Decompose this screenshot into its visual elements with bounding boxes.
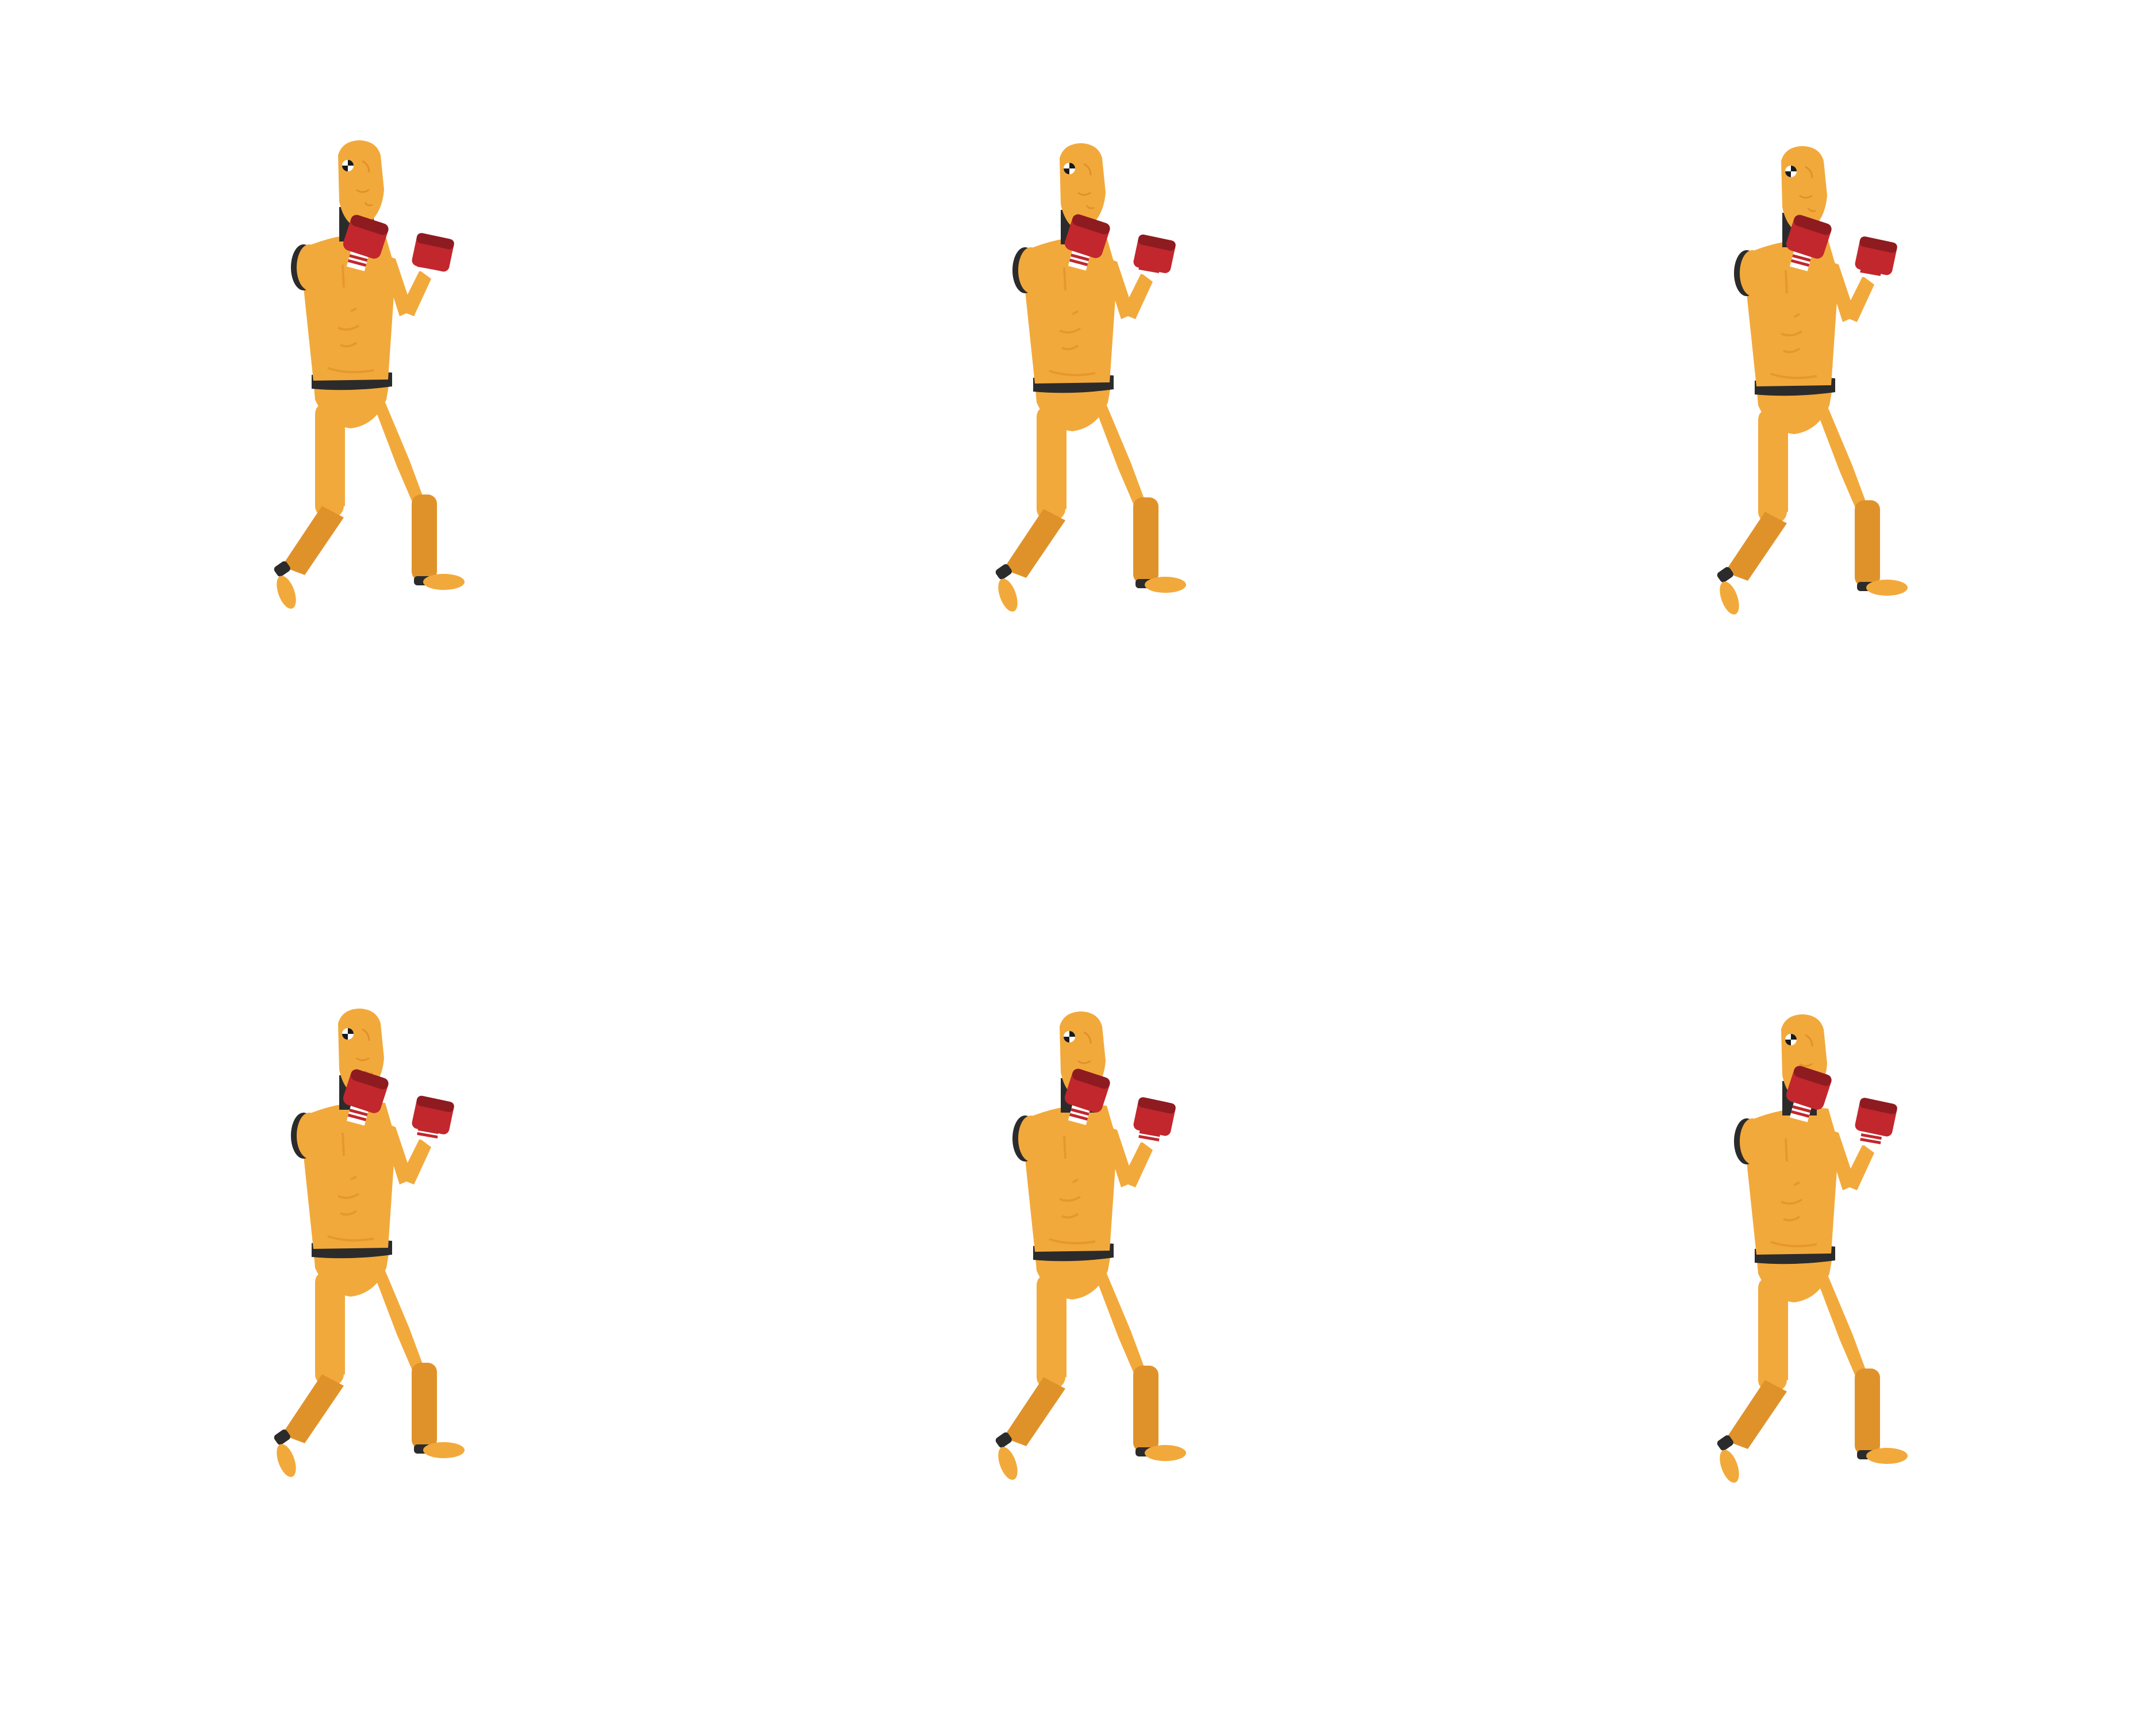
shoulder-joint	[1012, 247, 1044, 293]
sprite-sheet-canvas	[0, 0, 2156, 1725]
front-leg	[274, 1271, 345, 1477]
crash-marker-icon	[1785, 1034, 1797, 1045]
sprite-frame-3	[1685, 144, 1926, 661]
shoulder-joint	[1012, 1116, 1044, 1162]
front-leg	[274, 402, 345, 609]
sprite-frame-6	[1685, 1012, 1926, 1529]
back-leg	[1096, 405, 1186, 593]
shoulder-joint	[291, 244, 322, 290]
back-leg	[375, 1271, 465, 1458]
front-leg	[995, 405, 1067, 612]
back-leg	[1818, 1276, 1908, 1464]
sprite-frame-2	[963, 141, 1204, 658]
front-leg	[995, 1274, 1067, 1480]
sprite-frame-1	[241, 138, 483, 656]
crash-marker-icon	[1064, 1031, 1075, 1042]
crash-marker-icon	[1785, 166, 1797, 177]
crash-marker-icon	[342, 160, 354, 171]
sprite-frame-5	[963, 1009, 1204, 1527]
sprite-frame-4	[241, 1006, 483, 1524]
shoulder-joint	[291, 1113, 322, 1159]
crash-marker-icon	[1064, 163, 1075, 174]
front-leg	[1717, 408, 1788, 615]
back-leg	[1096, 1274, 1186, 1461]
shoulder-joint	[1734, 1118, 1765, 1164]
back-leg	[1818, 408, 1908, 596]
back-leg	[375, 402, 465, 590]
front-leg	[1717, 1276, 1788, 1483]
crash-marker-icon	[342, 1028, 354, 1040]
shoulder-joint	[1734, 250, 1765, 296]
